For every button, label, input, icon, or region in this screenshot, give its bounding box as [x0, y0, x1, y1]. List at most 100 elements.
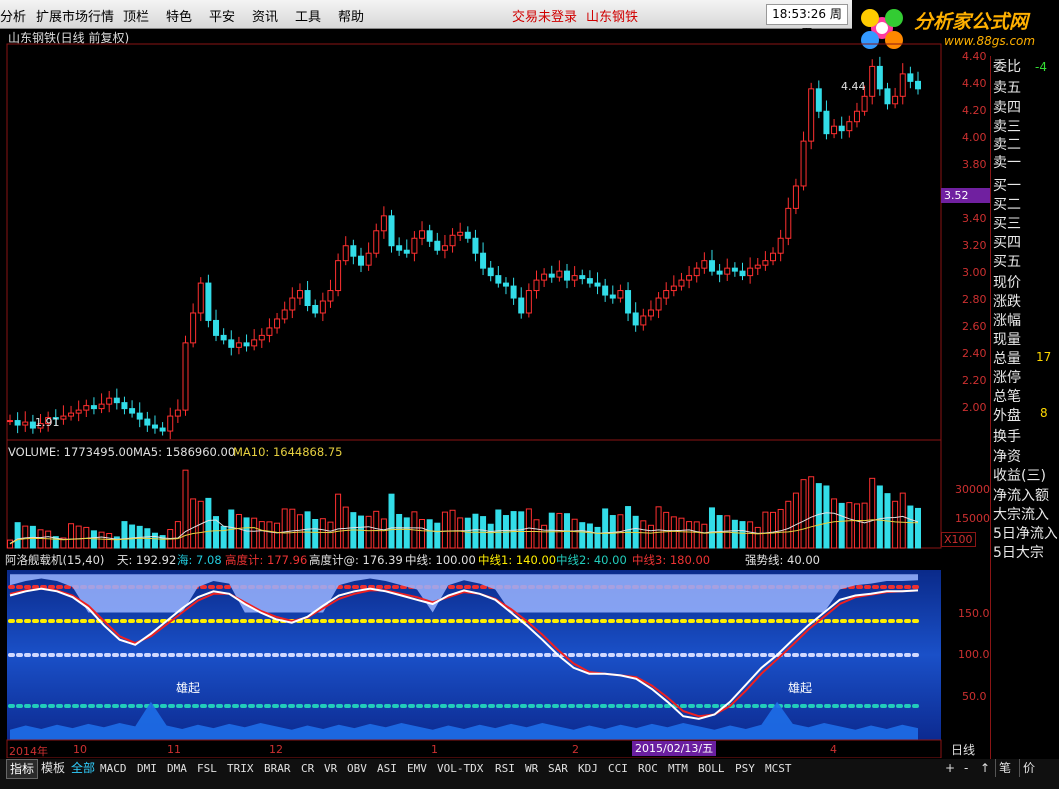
quote-label: 卖三 — [993, 119, 1021, 135]
candle-body — [98, 403, 105, 410]
tab-up[interactable]: ↑ — [977, 759, 993, 777]
candle-body — [90, 405, 97, 410]
tab-trix[interactable]: TRIX — [227, 762, 254, 775]
login-status[interactable]: 交易未登录 — [512, 6, 577, 25]
candle-body — [220, 334, 227, 341]
tab-minus[interactable]: - — [961, 759, 971, 777]
candle-body — [144, 418, 151, 426]
indicator-name[interactable]: 阿洛舰载机(15,40) — [5, 552, 104, 568]
candle-body — [762, 260, 769, 266]
tab-vr[interactable]: VR — [324, 762, 337, 775]
current-price-marker: 3.52 — [941, 188, 994, 203]
volume-bar — [777, 508, 784, 549]
menu-extended-market[interactable]: 扩展市场行情 — [36, 6, 114, 25]
tab-roc[interactable]: ROC — [638, 762, 658, 775]
candle-body — [625, 290, 632, 314]
menu-help[interactable]: 帮助 — [338, 6, 364, 25]
tab-fsl[interactable]: FSL — [197, 762, 217, 775]
tab-boll[interactable]: BOLL — [698, 762, 725, 775]
tab-obv[interactable]: OBV — [347, 762, 367, 775]
indicator-tian: 天: 192.92 — [117, 553, 177, 567]
date-label: 11 — [167, 743, 181, 756]
indicator-midline2: 中线2: 40.00 — [556, 553, 627, 567]
candle-body — [388, 215, 395, 247]
tab-dmi[interactable]: DMI — [137, 762, 157, 775]
candle-body — [663, 290, 670, 299]
tab-price[interactable]: 价 — [1019, 759, 1038, 777]
tab-kdj[interactable]: KDJ — [578, 762, 598, 775]
volume-bar — [792, 492, 799, 549]
volume-bar — [151, 532, 158, 549]
volume-bar — [472, 513, 479, 549]
candle-body — [350, 245, 357, 257]
volume-bar — [785, 500, 792, 549]
x100-marker: X100 — [941, 532, 976, 547]
tab-psy[interactable]: PSY — [735, 762, 755, 775]
volume-bar — [403, 517, 410, 549]
tab-bi[interactable]: 笔 — [995, 759, 1014, 777]
ind-y-tick: 150.0 — [958, 607, 990, 620]
volume-bar — [365, 515, 372, 549]
volume-bar — [449, 509, 456, 549]
candle-body — [319, 300, 326, 314]
tab-indicator[interactable]: 指标 — [6, 759, 39, 779]
menu-features[interactable]: 特色 — [166, 6, 192, 25]
volume-bar — [68, 523, 75, 549]
candle-body — [579, 275, 586, 280]
volume-bar — [106, 532, 113, 549]
tab-all[interactable]: 全部 — [68, 759, 98, 777]
tab-mtm[interactable]: MTM — [668, 762, 688, 775]
volume-bar — [640, 520, 647, 549]
quote-label: 净流入额 — [993, 488, 1049, 504]
volume-bar — [762, 511, 769, 549]
candle-body — [457, 231, 464, 236]
candle-body — [693, 267, 700, 277]
tab-dma[interactable]: DMA — [167, 762, 187, 775]
volume-bar — [678, 517, 685, 549]
candle-body — [838, 125, 845, 132]
candle-body — [251, 339, 258, 347]
tab-emv[interactable]: EMV — [407, 762, 427, 775]
tab-cci[interactable]: CCI — [608, 762, 628, 775]
menu-analysis[interactable]: 分析 — [0, 6, 26, 25]
tab-vol-tdx[interactable]: VOL-TDX — [437, 762, 483, 775]
tab-wr[interactable]: WR — [525, 762, 538, 775]
period-button[interactable]: 日线 — [951, 741, 975, 758]
tab-plus[interactable]: + — [942, 759, 958, 777]
clock: 18:53:26 周五 — [766, 4, 848, 40]
y-tick: 4.20 — [962, 104, 987, 117]
volume-bar — [205, 497, 212, 549]
volume-bar — [907, 505, 914, 549]
menu-pingan[interactable]: 平安 — [209, 6, 235, 25]
tab-template[interactable]: 模板 — [38, 759, 68, 777]
candle-body — [586, 278, 593, 284]
quote-label: 现量 — [993, 332, 1021, 348]
tab-cr[interactable]: CR — [301, 762, 314, 775]
candle-body — [174, 409, 181, 417]
volume-bar — [892, 500, 899, 549]
quote-label: 买三 — [993, 216, 1021, 232]
candle-body — [869, 65, 876, 97]
tab-sar[interactable]: SAR — [548, 762, 568, 775]
volume-bar — [747, 521, 754, 549]
menu-tools[interactable]: 工具 — [295, 6, 321, 25]
candle-body — [831, 125, 838, 135]
candle-body — [258, 334, 265, 341]
tab-rsi[interactable]: RSI — [495, 762, 515, 775]
tab-asi[interactable]: ASI — [377, 762, 397, 775]
tab-brar[interactable]: BRAR — [264, 762, 291, 775]
tab-macd[interactable]: MACD — [100, 762, 127, 775]
volume-bar — [541, 524, 548, 549]
volume-bar — [235, 513, 242, 549]
volume-bar — [419, 519, 426, 549]
date-label: 2 — [572, 743, 579, 756]
kline-chart[interactable] — [0, 28, 990, 758]
y-tick: 4.40 — [962, 50, 987, 63]
candle-body — [426, 230, 433, 242]
menu-top-bar[interactable]: 顶栏 — [123, 6, 149, 25]
volume-bar — [434, 522, 441, 549]
volume-bar — [571, 518, 578, 549]
menu-news[interactable]: 资讯 — [252, 6, 278, 25]
candle-body — [655, 297, 662, 311]
tab-mcst[interactable]: MCST — [765, 762, 792, 775]
